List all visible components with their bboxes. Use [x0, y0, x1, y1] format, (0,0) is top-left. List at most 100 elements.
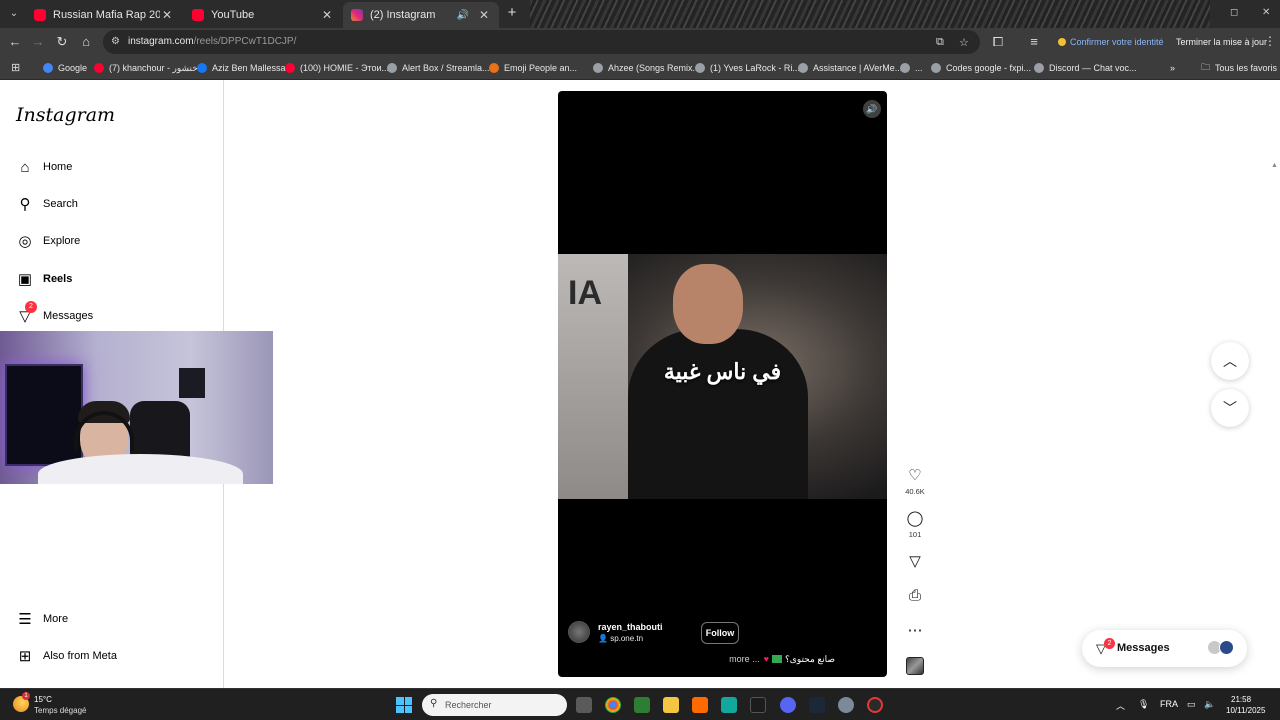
tab-instagram[interactable]: (2) Instagram 🔊 ✕ [343, 2, 499, 28]
app-record-icon[interactable] [867, 697, 883, 713]
bookmarks-bar: Google (7) khanchour - خنشور... Aziz Ben… [0, 55, 1280, 80]
instagram-logo[interactable]: Instagram [16, 104, 115, 126]
finish-update-button[interactable]: Terminer la mise à jour [1176, 37, 1267, 47]
bookmark-google[interactable]: Google [43, 61, 87, 75]
settings-gear-icon[interactable] [838, 697, 854, 713]
next-reel-button[interactable]: ﹀ [1211, 389, 1249, 427]
nav-search[interactable]: ⚲ Search [16, 192, 78, 216]
more-bookmarks-icon[interactable]: » [1170, 61, 1175, 75]
all-bookmarks-folder[interactable]: 🗀 Tous les favoris [1201, 61, 1277, 75]
nav-explore[interactable]: ◎ Explore [16, 229, 80, 253]
tray-overflow-icon[interactable]: ︿ [1116, 699, 1125, 712]
clock-time[interactable]: 21:58 [1231, 695, 1251, 704]
forward-icon[interactable]: → [29, 33, 47, 51]
reel-author[interactable]: rayen_thabouti 👤 sp.one.tn [568, 621, 663, 643]
microphone-icon[interactable]: 🎙 [1138, 699, 1149, 710]
original-audio-thumbnail[interactable] [906, 657, 924, 675]
tab-audio-icon[interactable]: 🔊 [457, 10, 469, 21]
bookmark-homie[interactable]: (100) HOMIE - Этои... [285, 61, 389, 75]
previous-reel-button[interactable]: ︿ [1211, 342, 1249, 380]
address-bar[interactable]: ⚙ instagram.com/reels/DPPCwT1DCJP/ ⧉ ☆ [103, 30, 980, 54]
home-icon[interactable]: ⌂ [77, 33, 95, 51]
nav-messages[interactable]: ▽ 2 Messages [16, 301, 94, 328]
globe-icon [1034, 63, 1044, 73]
reel-description[interactable]: more ... ♥ صانع محتوى؟ [729, 654, 835, 665]
weather-condition[interactable]: Temps dégagé [34, 706, 86, 715]
bookmark-star-icon[interactable]: ☆ [959, 36, 969, 49]
tab-russian-mafia[interactable]: Russian Mafia Rap 2025 - WAR ✕ [26, 2, 182, 28]
discord-icon[interactable] [780, 697, 796, 713]
bookmark-ahzee[interactable]: Ahzee (Songs Remix... [593, 61, 700, 75]
bookmark-discord[interactable]: Discord — Chat voc... [1034, 61, 1137, 75]
restore-window-icon[interactable]: ◻ [1230, 7, 1238, 18]
extensions-icon[interactable]: ⧠ [989, 33, 1007, 51]
apps-grid-icon[interactable]: ⊞ [11, 61, 20, 74]
share-action[interactable]: ▽ [903, 553, 927, 571]
network-icon[interactable]: ▭ [1187, 699, 1196, 710]
browser-menu-icon[interactable]: ⋮ [1264, 34, 1276, 48]
save-action[interactable]: ⎙ [903, 587, 927, 605]
nav-also-from-meta[interactable]: ⊞ Also from Meta [16, 644, 117, 668]
send-icon[interactable]: ▽ [903, 553, 927, 571]
author-username[interactable]: rayen_thabouti [598, 622, 663, 632]
reel-video[interactable]: 🔊 IA في ناس غبية rayen_thabouti 👤 sp.one… [558, 91, 887, 677]
messages-badge: 2 [25, 301, 37, 313]
close-tab-icon[interactable]: ✕ [477, 8, 491, 22]
windows-start-icon[interactable] [396, 697, 412, 713]
nav-home[interactable]: ⌂ Home [16, 155, 72, 179]
follow-button[interactable]: Follow [701, 622, 739, 644]
app-teal-icon[interactable] [721, 697, 737, 713]
heart-icon[interactable]: ♡ [903, 467, 927, 485]
nav-reels[interactable]: ▣ Reels [16, 267, 72, 291]
bookmark-aziz[interactable]: Aziz Ben Mallessa [197, 61, 286, 75]
close-tab-icon[interactable]: ✕ [160, 8, 174, 22]
bookmark-avermedia[interactable]: Assistance | AVerMe... [798, 61, 902, 75]
site-info-icon[interactable]: ⚙ [111, 36, 123, 48]
reload-icon[interactable]: ↻ [53, 33, 71, 51]
nav-more[interactable]: ☰ More [16, 607, 68, 631]
bookmark-yves[interactable]: (1) Yves LaRock - Ri... [695, 61, 800, 75]
bookmark-alert-box[interactable]: Alert Box / Streamla... [387, 61, 490, 75]
tab-search-chevron-icon[interactable]: ⌄ [6, 6, 22, 22]
file-explorer-icon[interactable] [663, 697, 679, 713]
weather-temperature[interactable]: 15°C [34, 695, 52, 704]
close-tab-icon[interactable]: ✕ [320, 8, 334, 22]
like-action[interactable]: ♡ 40.6K [903, 467, 927, 496]
bookmark-icon[interactable]: ⎙ [903, 587, 927, 605]
confirm-identity-button[interactable]: Confirmer votre identité [1058, 37, 1164, 47]
nav-label: Home [43, 161, 73, 173]
more-dots-icon[interactable]: ⋯ [903, 622, 927, 640]
chrome-icon[interactable] [605, 697, 621, 713]
steam-icon[interactable] [809, 697, 825, 713]
app-orange-icon[interactable] [692, 697, 708, 713]
media-control-icon[interactable]: ≡ [1025, 33, 1043, 51]
clock-date[interactable]: 10/11/2025 [1226, 706, 1265, 715]
task-view-icon[interactable] [576, 697, 592, 713]
audio-toggle-icon[interactable]: 🔊 [863, 100, 881, 118]
messages-floating-button[interactable]: ▽ 2 Messages [1082, 630, 1247, 667]
comment-action[interactable]: ◯ 101 [903, 510, 927, 539]
nav-label: Messages [43, 310, 94, 322]
app-green-icon[interactable] [634, 697, 650, 713]
language-indicator[interactable]: FRA [1160, 699, 1178, 709]
scrollbar-up-icon[interactable]: ▲ [1271, 162, 1278, 169]
bookmark-codes-google[interactable]: Codes google - fxpi... [931, 61, 1031, 75]
install-app-icon[interactable]: ⧉ [936, 36, 944, 49]
close-window-icon[interactable]: ✕ [1262, 7, 1270, 18]
bookmark-emoji[interactable]: Emoji People an... [489, 61, 577, 75]
back-icon[interactable]: ← [6, 33, 24, 51]
audio-attribution[interactable]: 👤 sp.one.tn [598, 634, 663, 643]
app-dark-icon[interactable] [750, 697, 766, 713]
author-avatar[interactable] [568, 621, 590, 643]
reel-overlay-text: في ناس غبية [663, 359, 782, 384]
bookmark-khanchour[interactable]: (7) khanchour - خنشور... [94, 61, 205, 75]
url-text[interactable]: instagram.com/reels/DPPCwT1DCJP/ [128, 36, 296, 47]
bookmark-unnamed[interactable]: ... [900, 61, 923, 75]
tab-youtube[interactable]: YouTube ✕ [184, 2, 342, 28]
taskbar-search[interactable]: ⚲ Rechercher [422, 694, 567, 716]
more-link[interactable]: more ... [729, 654, 760, 664]
volume-icon[interactable]: 🔈 [1204, 699, 1215, 710]
more-options[interactable]: ⋯ [903, 622, 927, 640]
new-tab-icon[interactable]: + [504, 5, 520, 21]
comment-icon[interactable]: ◯ [903, 510, 927, 528]
